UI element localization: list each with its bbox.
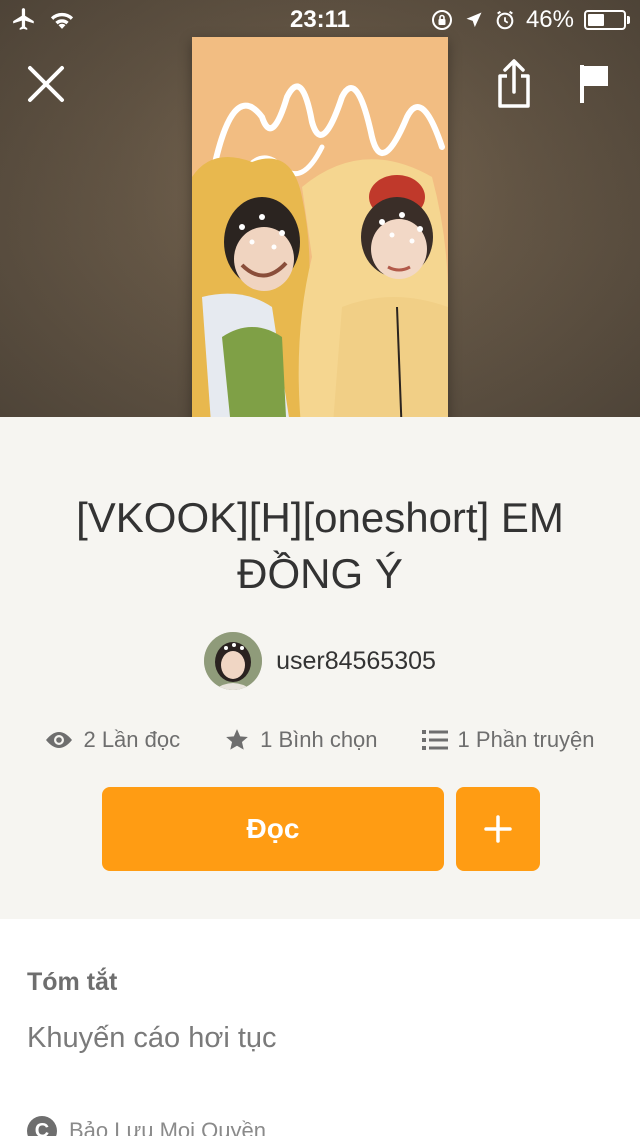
battery-percent: 46% bbox=[525, 6, 574, 33]
share-icon bbox=[498, 59, 530, 108]
summary-text: Khuyến cáo hơi tục bbox=[27, 1022, 277, 1054]
alarm-icon bbox=[496, 10, 514, 30]
cover-artwork bbox=[192, 37, 448, 437]
copyright-row: C Bảo Lưu Mọi Quyền bbox=[27, 1116, 266, 1136]
orientation-lock-icon bbox=[431, 10, 452, 30]
copyright-text: Bảo Lưu Mọi Quyền bbox=[69, 1118, 266, 1136]
reads-count: 2 Lần đọc bbox=[83, 727, 181, 752]
list-icon bbox=[421, 730, 448, 750]
story-stats: 2 Lần đọc 1 Bình chọn 1 Phần truyện bbox=[0, 720, 640, 760]
author-name: user84565305 bbox=[276, 646, 436, 675]
votes-count: 1 Bình chọn bbox=[260, 727, 378, 752]
copyright-icon: C bbox=[27, 1116, 57, 1136]
author-avatar bbox=[204, 632, 263, 690]
flag-icon bbox=[580, 65, 608, 103]
story-cover-image[interactable] bbox=[192, 37, 448, 437]
parts-stat: 1 Phần truyện bbox=[421, 727, 595, 753]
eye-icon bbox=[46, 732, 73, 748]
reads-stat: 2 Lần đọc bbox=[45, 727, 180, 753]
location-icon bbox=[466, 12, 482, 28]
summary-heading: Tóm tắt bbox=[27, 968, 118, 996]
votes-stat: 1 Bình chọn bbox=[224, 727, 378, 753]
plus-icon bbox=[484, 815, 512, 843]
report-button[interactable] bbox=[576, 62, 612, 106]
battery-icon bbox=[584, 10, 630, 30]
star-icon bbox=[226, 729, 248, 750]
share-button[interactable] bbox=[494, 58, 534, 110]
read-button[interactable]: Đọc bbox=[102, 787, 444, 871]
close-button[interactable] bbox=[24, 62, 68, 106]
close-icon bbox=[28, 66, 64, 102]
story-title: [VKOOK][H][oneshort] EM ĐỒNG Ý bbox=[76, 494, 564, 597]
parts-count: 1 Phần truyện bbox=[457, 727, 595, 752]
status-bar: 23:11 46% bbox=[0, 0, 640, 40]
author-link[interactable]: user84565305 bbox=[0, 630, 640, 692]
status-right: 46% bbox=[430, 6, 630, 34]
add-to-library-button[interactable] bbox=[456, 787, 540, 871]
